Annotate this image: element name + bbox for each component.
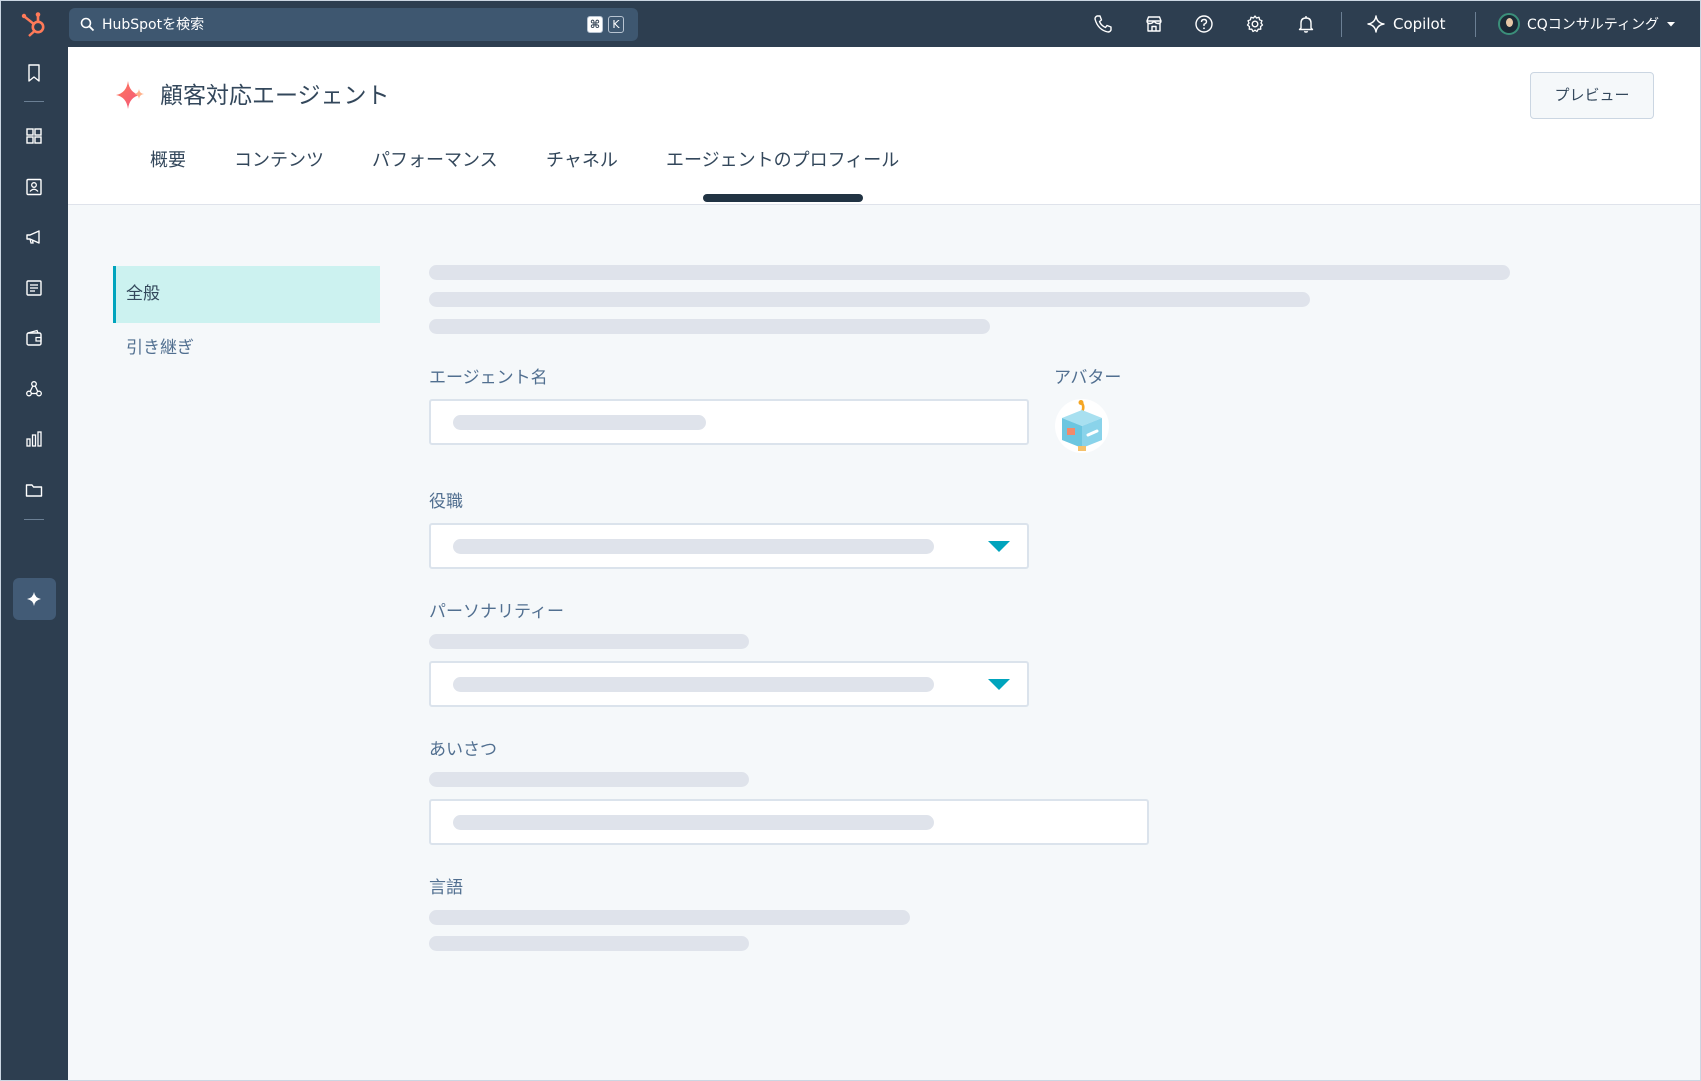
tab-content[interactable]: コンテンツ xyxy=(234,149,324,173)
tab-channels[interactable]: チャネル xyxy=(546,149,618,173)
loading-placeholder xyxy=(429,634,749,649)
topbar-divider xyxy=(1341,12,1342,37)
top-navigation-bar: HubSpotを検索 ⌘ K Copilot CQコンサルティング xyxy=(1,1,1700,47)
loading-placeholder xyxy=(429,265,1510,280)
loading-placeholder xyxy=(429,772,749,787)
sidebar-item-handoff[interactable]: 引き継ぎ xyxy=(113,320,380,377)
greeting-label: あいさつ xyxy=(429,740,497,760)
left-navigation-rail xyxy=(1,47,68,1080)
loading-placeholder xyxy=(429,319,990,334)
rail-divider xyxy=(24,519,44,520)
bookmark-icon[interactable] xyxy=(24,63,44,83)
personality-select[interactable] xyxy=(429,661,1029,707)
tab-bar: 概要 コンテンツ パフォーマンス チャネル エージェントのプロフィール xyxy=(68,143,1700,203)
chevron-down-icon xyxy=(1666,22,1675,27)
dropdown-caret-icon xyxy=(988,541,1010,552)
main-content: 全般 引き継ぎ エージェント名 アバター 役職 パーソナリティー あいさつ 言語 xyxy=(68,205,1700,1080)
loading-placeholder xyxy=(453,815,934,830)
user-avatar xyxy=(1498,13,1520,35)
global-search-bar[interactable]: HubSpotを検索 ⌘ K xyxy=(69,8,638,41)
shortcut-command-key: ⌘ xyxy=(587,16,603,33)
loading-placeholder xyxy=(453,539,934,554)
tab-performance[interactable]: パフォーマンス xyxy=(372,149,498,173)
tab-agent-profile[interactable]: エージェントのプロフィール xyxy=(666,149,899,173)
loading-placeholder xyxy=(429,910,910,925)
preview-button[interactable]: プレビュー xyxy=(1530,72,1654,119)
sparkle-icon xyxy=(116,81,144,109)
role-label: 役職 xyxy=(429,492,463,512)
agent-name-label: エージェント名 xyxy=(429,368,548,388)
marketplace-icon[interactable] xyxy=(1144,14,1164,34)
loading-placeholder xyxy=(429,936,749,951)
sparkle-icon xyxy=(27,592,41,606)
copilot-label: Copilot xyxy=(1393,15,1446,33)
page-title: 顧客対応エージェント xyxy=(160,83,390,109)
megaphone-icon[interactable] xyxy=(24,227,44,247)
agent-avatar-robot-icon[interactable] xyxy=(1054,398,1110,454)
shortcut-k-key: K xyxy=(608,16,624,33)
account-menu[interactable]: CQコンサルティング xyxy=(1498,12,1676,36)
bar-chart-icon[interactable] xyxy=(24,429,44,449)
hubspot-logo-icon[interactable] xyxy=(19,9,49,39)
greeting-input[interactable] xyxy=(429,799,1149,845)
rail-divider xyxy=(24,101,44,102)
active-tab-indicator xyxy=(703,194,863,202)
sidebar-item-general[interactable]: 全般 xyxy=(113,266,380,323)
personality-label: パーソナリティー xyxy=(429,602,564,622)
loading-placeholder xyxy=(453,677,934,692)
grid-icon[interactable] xyxy=(24,126,44,146)
folder-icon[interactable] xyxy=(24,480,44,500)
loading-placeholder xyxy=(453,415,706,430)
dropdown-caret-icon xyxy=(988,679,1010,690)
document-icon[interactable] xyxy=(24,278,44,298)
copilot-button[interactable]: Copilot xyxy=(1367,12,1446,36)
loading-placeholder xyxy=(429,292,1310,307)
copilot-sparkle-icon xyxy=(1367,15,1385,33)
language-label: 言語 xyxy=(429,878,463,898)
settings-icon[interactable] xyxy=(1245,14,1265,34)
network-icon[interactable] xyxy=(24,379,44,399)
help-icon[interactable] xyxy=(1194,14,1214,34)
contacts-icon[interactable] xyxy=(24,177,44,197)
tab-overview[interactable]: 概要 xyxy=(150,149,186,173)
role-select[interactable] xyxy=(429,523,1029,569)
account-name: CQコンサルティング xyxy=(1527,17,1659,33)
topbar-divider xyxy=(1475,12,1476,37)
avatar-label: アバター xyxy=(1054,368,1122,388)
search-placeholder: HubSpotを検索 xyxy=(102,17,205,33)
phone-icon[interactable] xyxy=(1093,14,1113,34)
app-window: HubSpotを検索 ⌘ K Copilot CQコンサルティング 顧客対応エー… xyxy=(0,0,1701,1081)
wallet-icon[interactable] xyxy=(24,328,44,348)
bell-icon[interactable] xyxy=(1296,14,1316,34)
agent-name-input[interactable] xyxy=(429,399,1029,445)
search-icon xyxy=(80,17,95,32)
page-header: 顧客対応エージェント プレビュー 概要 コンテンツ パフォーマンス チャネル エ… xyxy=(68,47,1700,205)
